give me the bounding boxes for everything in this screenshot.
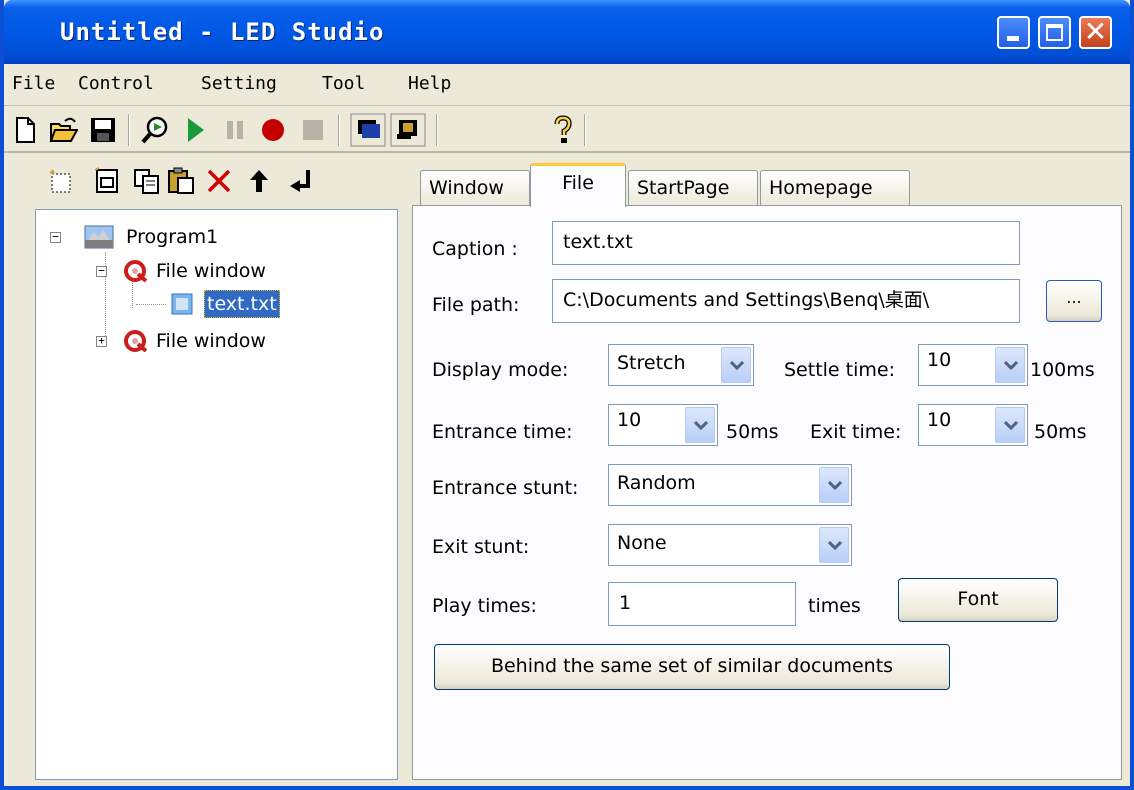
entrance-stunt-value: Random bbox=[617, 472, 696, 494]
tree-node-file-window-2[interactable]: + File window bbox=[92, 328, 392, 354]
collapse-icon[interactable]: − bbox=[96, 265, 107, 277]
menu-file[interactable]: File bbox=[12, 73, 55, 94]
dropdown-arrow-icon[interactable] bbox=[995, 407, 1025, 443]
settle-time-select[interactable]: 10 bbox=[918, 344, 1028, 386]
record-icon[interactable] bbox=[258, 115, 288, 145]
dropdown-arrow-icon[interactable] bbox=[819, 467, 849, 503]
collapse-icon[interactable]: − bbox=[50, 231, 61, 243]
tree-label-file-window: File window bbox=[156, 260, 266, 282]
display-mode-select[interactable]: Stretch bbox=[608, 344, 754, 386]
caption-label: Caption : bbox=[432, 238, 518, 260]
preview-icon[interactable] bbox=[140, 115, 170, 145]
tree-node-file-window-1[interactable]: − File window bbox=[92, 258, 392, 284]
dropdown-arrow-icon[interactable] bbox=[721, 347, 751, 383]
exit-time-label: Exit time: bbox=[810, 421, 902, 443]
new-icon[interactable] bbox=[10, 115, 40, 145]
tab-startpage[interactable]: StartPage bbox=[628, 170, 758, 206]
copy-icon[interactable] bbox=[132, 166, 162, 196]
play-times-input[interactable]: 1 bbox=[608, 582, 796, 626]
file-path-label: File path: bbox=[432, 294, 520, 316]
file-window-icon bbox=[124, 330, 148, 352]
browse-button[interactable]: ... bbox=[1046, 280, 1102, 322]
maximize-icon bbox=[1046, 24, 1063, 41]
minimize-icon bbox=[1007, 36, 1019, 41]
help-icon[interactable] bbox=[548, 115, 578, 145]
entrance-time-label: Entrance time: bbox=[432, 421, 573, 443]
entrance-time-unit: 50ms bbox=[726, 421, 779, 443]
tree-label-program: Program1 bbox=[126, 226, 219, 248]
app-window: Untitled - LED Studio ✕ File Control Set… bbox=[0, 0, 1134, 790]
same-set-button[interactable]: Behind the same set of similar documents bbox=[434, 644, 950, 690]
toolbar-separator bbox=[584, 114, 586, 146]
dropdown-arrow-icon[interactable] bbox=[685, 407, 715, 443]
play-times-unit: times bbox=[808, 595, 861, 617]
tab-file[interactable]: File bbox=[530, 163, 626, 207]
tree-label-file-window: File window bbox=[156, 330, 266, 352]
play-icon[interactable] bbox=[180, 115, 210, 145]
minimize-button[interactable] bbox=[997, 16, 1030, 49]
move-down-icon[interactable] bbox=[284, 166, 314, 196]
pause-icon[interactable] bbox=[220, 115, 250, 145]
program-icon bbox=[84, 225, 114, 249]
maximize-button[interactable] bbox=[1038, 16, 1071, 49]
exit-time-value: 10 bbox=[927, 409, 952, 431]
main-toolbar bbox=[4, 107, 1130, 153]
close-button[interactable]: ✕ bbox=[1079, 15, 1112, 49]
entrance-stunt-select[interactable]: Random bbox=[608, 464, 852, 506]
caption-input[interactable]: text.txt bbox=[552, 221, 1020, 265]
settle-time-label: Settle time: bbox=[784, 359, 895, 381]
dropdown-arrow-icon[interactable] bbox=[995, 347, 1025, 383]
window-mode-icon[interactable] bbox=[350, 113, 386, 147]
window-title: Untitled - LED Studio bbox=[60, 18, 385, 46]
file-window-icon bbox=[124, 260, 148, 282]
title-bar[interactable]: Untitled - LED Studio ✕ bbox=[4, 0, 1130, 64]
display-mode-label: Display mode: bbox=[432, 359, 569, 381]
paste-icon[interactable] bbox=[166, 166, 196, 196]
menu-help[interactable]: Help bbox=[408, 73, 451, 94]
font-button[interactable]: Font bbox=[898, 578, 1058, 622]
text-file-icon bbox=[171, 293, 193, 315]
program-tree[interactable]: − Program1 − File window text.txt + File… bbox=[35, 209, 398, 780]
play-times-label: Play times: bbox=[432, 595, 537, 617]
exit-time-unit: 50ms bbox=[1034, 421, 1087, 443]
exit-stunt-value: None bbox=[617, 532, 667, 554]
toolbar-separator bbox=[128, 114, 130, 146]
dropdown-arrow-icon[interactable] bbox=[819, 527, 849, 563]
new-node-icon[interactable] bbox=[46, 166, 76, 196]
exit-stunt-select[interactable]: None bbox=[608, 524, 852, 566]
tree-node-text-file[interactable]: text.txt bbox=[166, 290, 366, 318]
entrance-stunt-label: Entrance stunt: bbox=[432, 477, 579, 499]
expand-icon[interactable]: + bbox=[96, 335, 107, 347]
tree-node-program[interactable]: − Program1 bbox=[46, 224, 386, 250]
tab-window[interactable]: Window bbox=[420, 170, 530, 206]
settle-time-value: 10 bbox=[927, 349, 952, 371]
settle-time-unit: 100ms bbox=[1030, 359, 1095, 381]
open-icon[interactable] bbox=[48, 115, 78, 145]
new-window-icon[interactable] bbox=[92, 166, 122, 196]
tree-label-text-file: text.txt bbox=[204, 290, 280, 318]
entrance-time-select[interactable]: 10 bbox=[608, 404, 718, 446]
stop-icon[interactable] bbox=[298, 115, 328, 145]
save-icon[interactable] bbox=[88, 115, 118, 145]
fullscreen-icon[interactable] bbox=[390, 113, 426, 147]
tab-homepage[interactable]: Homepage bbox=[760, 170, 910, 206]
tree-connector bbox=[136, 304, 166, 305]
menu-setting[interactable]: Setting bbox=[201, 73, 277, 94]
display-mode-value: Stretch bbox=[617, 352, 686, 374]
delete-icon[interactable] bbox=[204, 166, 234, 196]
menu-control[interactable]: Control bbox=[78, 73, 154, 94]
exit-stunt-label: Exit stunt: bbox=[432, 536, 530, 558]
file-path-input[interactable]: C:\Documents and Settings\Benq\桌面\ bbox=[552, 279, 1020, 323]
toolbar-separator bbox=[338, 114, 340, 146]
move-up-icon[interactable] bbox=[244, 166, 274, 196]
menu-tool[interactable]: Tool bbox=[322, 73, 365, 94]
entrance-time-value: 10 bbox=[617, 409, 642, 431]
tree-connector bbox=[132, 280, 133, 308]
menu-bar: File Control Setting Tool Help bbox=[4, 64, 1130, 106]
exit-time-select[interactable]: 10 bbox=[918, 404, 1028, 446]
close-icon: ✕ bbox=[1083, 15, 1108, 48]
toolbar-separator bbox=[436, 114, 438, 146]
